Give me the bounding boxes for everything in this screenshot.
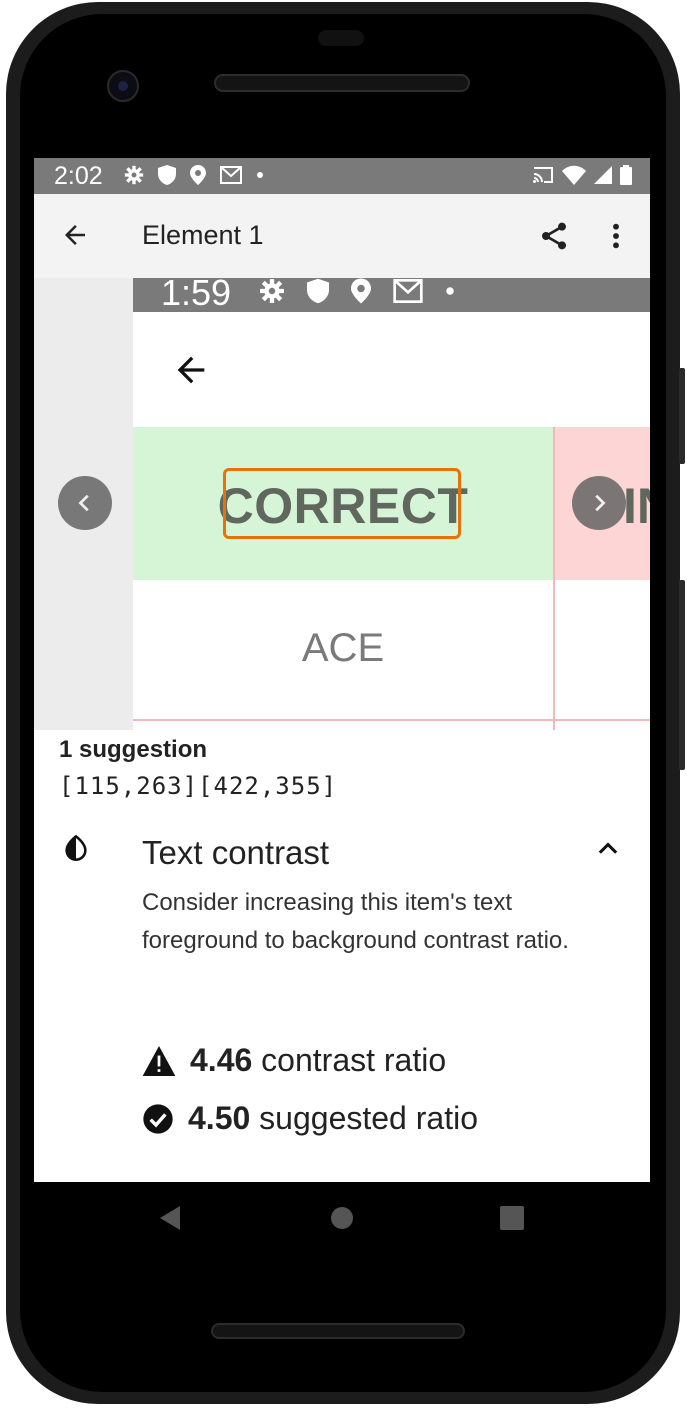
page-title: Element 1 [142, 220, 264, 250]
cell-divider [553, 580, 555, 730]
suggestion-title[interactable]: Text contrast [142, 834, 329, 872]
share-icon[interactable] [538, 220, 570, 252]
more-vert-icon[interactable] [608, 220, 624, 252]
screen: 2:02 Element 1 1:59 CORRECT I ACE 1 sugg… [34, 158, 650, 1182]
top-speaker [214, 74, 470, 92]
screenshot-preview: 1:59 CORRECT IN ACE [34, 278, 650, 730]
settings-icon [124, 165, 144, 185]
suggested-ratio-value: 4.50 [188, 1100, 251, 1136]
preview-gmail-icon [393, 279, 423, 303]
nav-home-icon[interactable] [330, 1206, 354, 1230]
chevron-left-icon [78, 494, 89, 512]
status-bar: 2:02 [34, 158, 650, 194]
current-ratio-label: contrast ratio [252, 1042, 447, 1078]
next-button[interactable] [572, 476, 626, 530]
nav-back-icon[interactable] [158, 1204, 182, 1232]
incorrect-label: IN [623, 478, 650, 534]
dot-icon [257, 172, 263, 178]
contrast-icon [65, 834, 87, 861]
chevron-up-icon[interactable] [594, 834, 622, 862]
power-button [679, 580, 685, 770]
current-ratio-row: 4.46 contrast ratio [142, 1042, 446, 1079]
suggested-ratio-label: suggested ratio [250, 1100, 478, 1136]
preview-shield-icon [307, 278, 329, 304]
preview-status-bar: 1:59 [133, 278, 650, 313]
element-bounds: [115,263][422,355] [59, 772, 338, 800]
chevron-right-icon [595, 494, 606, 512]
ace-label: ACE [301, 626, 385, 670]
previous-button[interactable] [58, 476, 112, 530]
battery-icon [620, 165, 632, 185]
shield-icon [158, 165, 176, 185]
bottom-speaker [211, 1323, 465, 1339]
highlight-box [223, 468, 461, 539]
back-arrow-icon[interactable] [60, 220, 90, 250]
cast-icon [533, 167, 553, 183]
system-nav-bar [34, 1182, 650, 1254]
suggested-ratio-row: 4.50 suggested ratio [142, 1100, 478, 1137]
suggestion-description: Consider increasing this item's text for… [142, 889, 569, 954]
preview-status-time: 1:59 [161, 278, 232, 313]
signal-icon [594, 166, 612, 184]
preview-dot-icon [446, 287, 454, 295]
status-time: 2:02 [54, 162, 103, 190]
preview-settings-icon [260, 279, 284, 303]
gmail-icon [220, 166, 242, 184]
check-circle-icon [143, 1103, 173, 1134]
preview-back-arrow-icon [177, 356, 205, 384]
preview-location-icon [351, 278, 371, 304]
volume-button [679, 368, 685, 464]
current-ratio-value: 4.46 [190, 1042, 253, 1078]
front-camera [107, 70, 139, 102]
earpiece [318, 30, 364, 46]
app-bar: Element 1 [34, 194, 650, 278]
warning-icon [142, 1045, 176, 1076]
wifi-icon [562, 165, 586, 185]
suggestion-count: 1 suggestion [59, 736, 208, 763]
location-icon [190, 165, 206, 185]
nav-recents-icon[interactable] [500, 1206, 524, 1230]
row-divider [133, 719, 650, 721]
